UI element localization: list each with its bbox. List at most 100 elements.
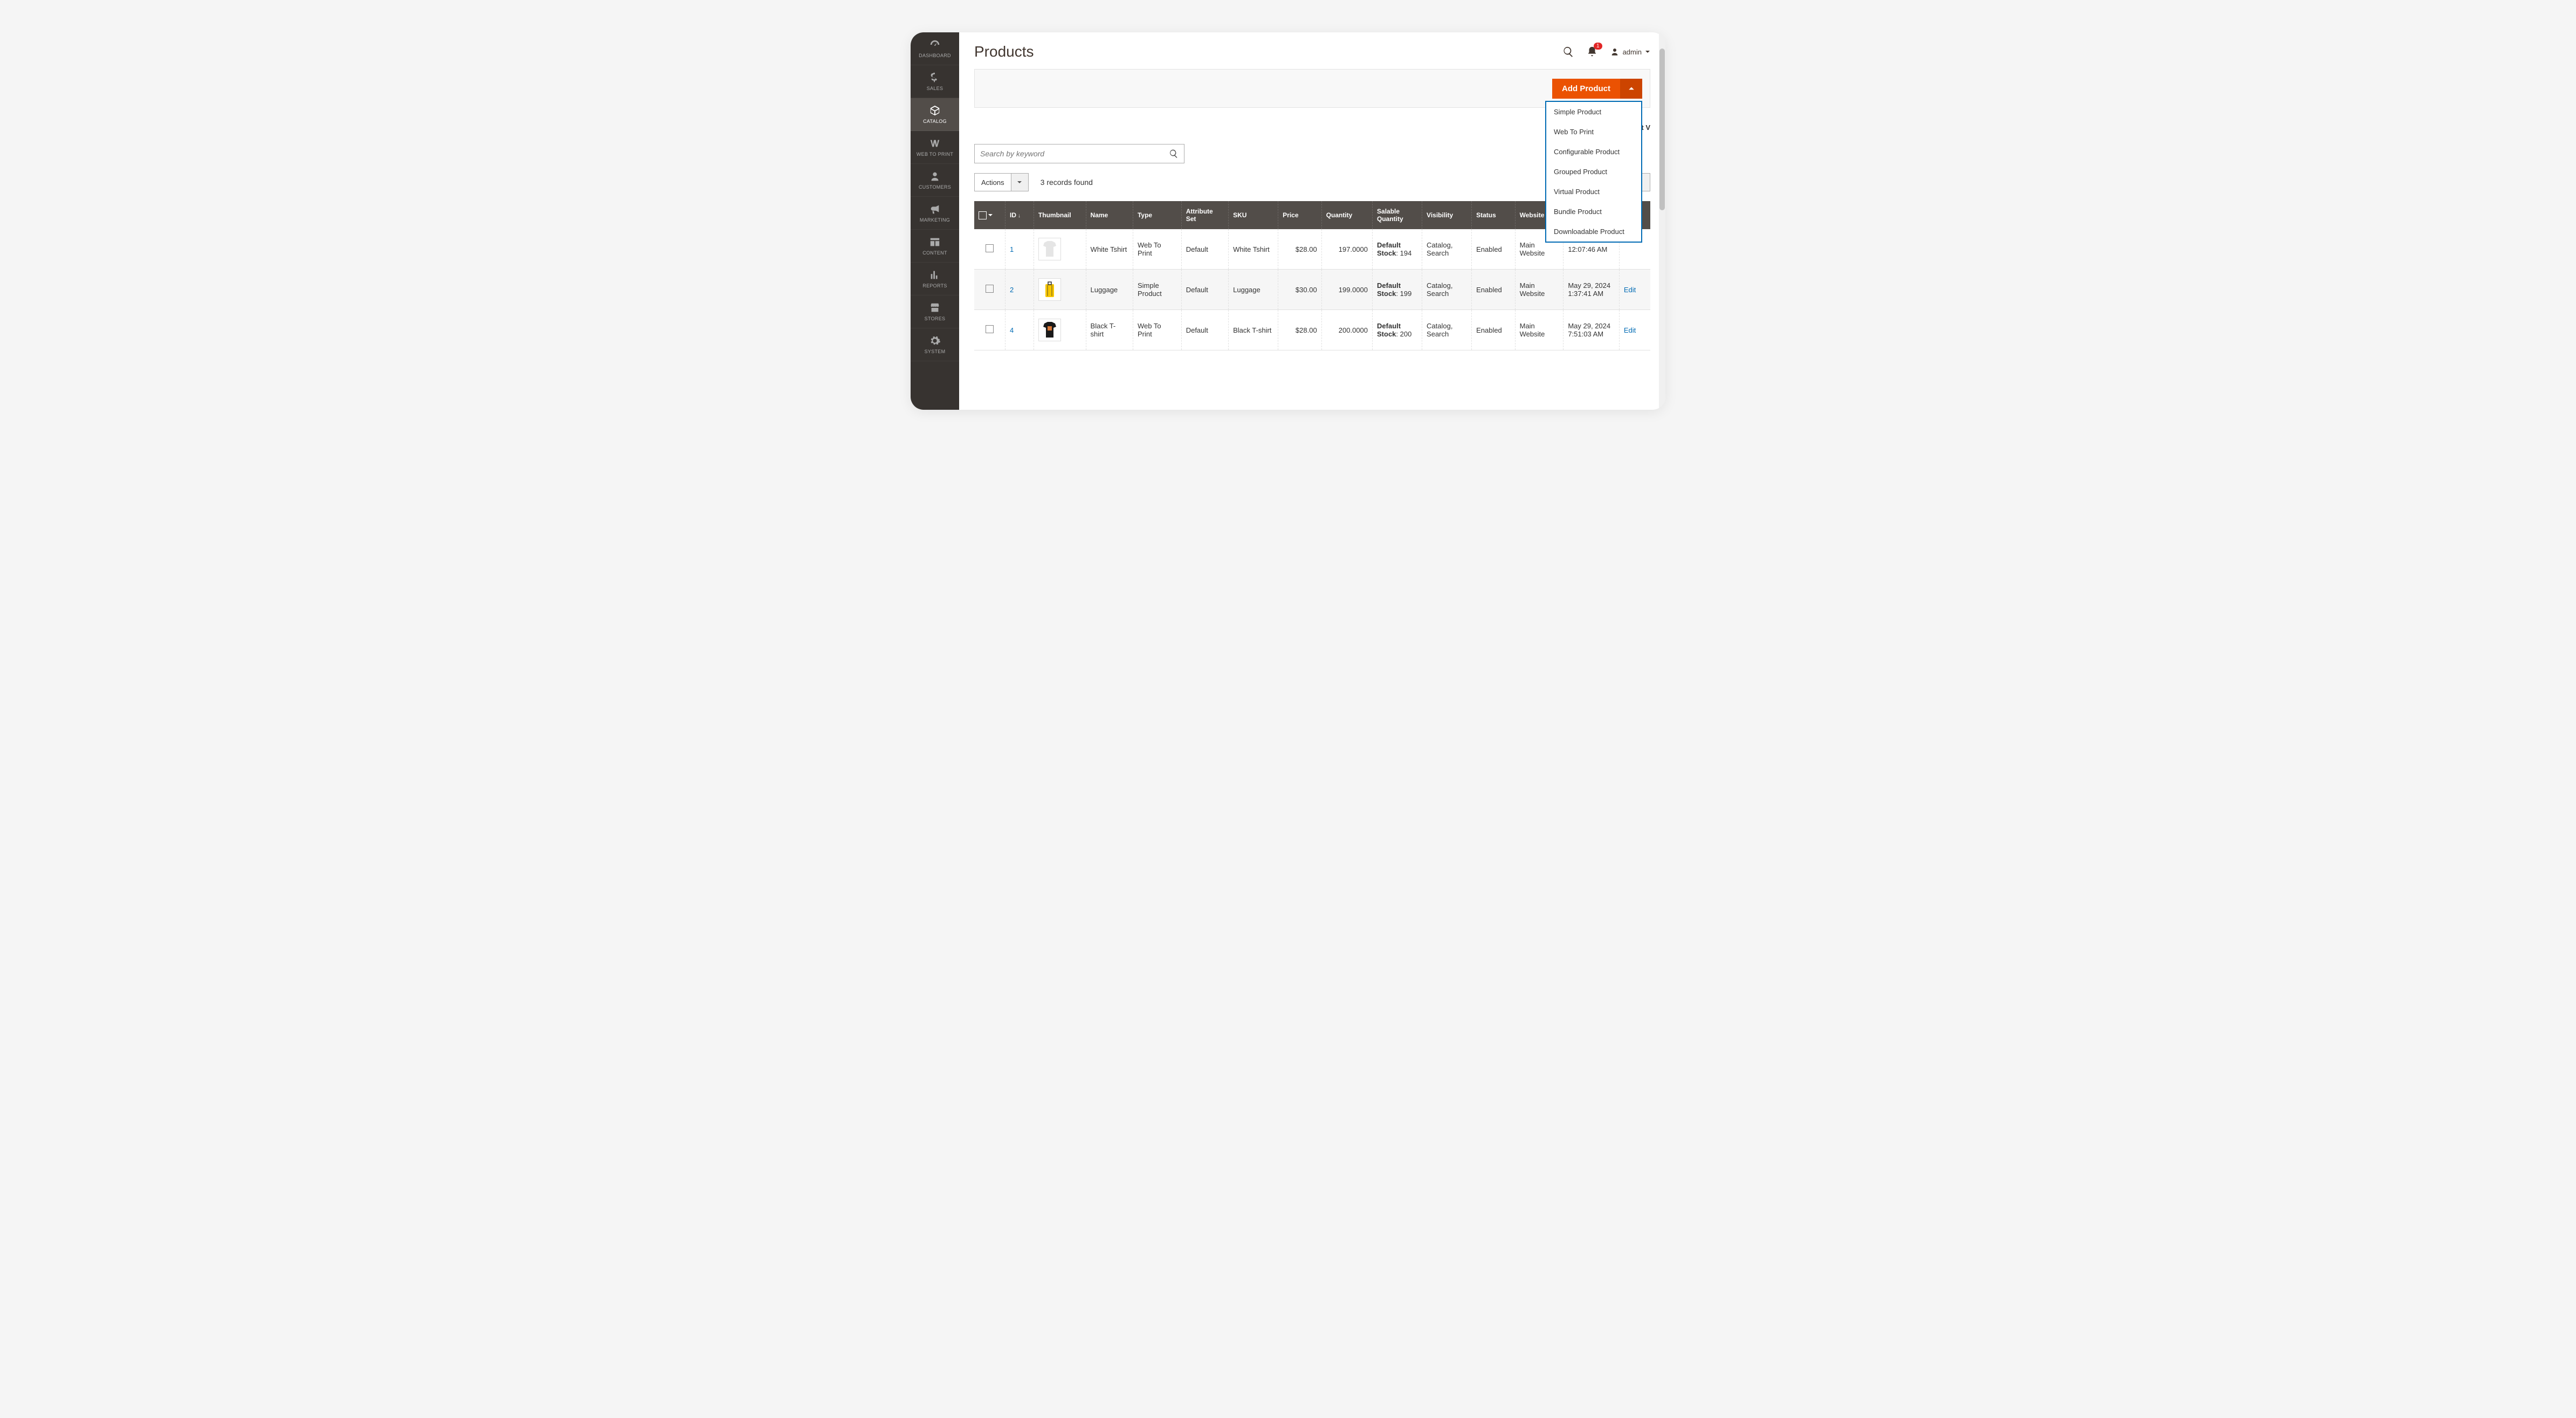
cube-icon bbox=[929, 105, 941, 116]
cell-websites: Main Website bbox=[1515, 310, 1563, 350]
th-price[interactable]: Price bbox=[1278, 201, 1322, 229]
sidebar-item-marketing[interactable]: MARKETING bbox=[911, 197, 959, 230]
user-menu[interactable]: admin bbox=[1610, 47, 1650, 57]
sidebar-item-customers[interactable]: CUSTOMERS bbox=[911, 164, 959, 197]
sidebar-item-label: STORES bbox=[925, 316, 946, 321]
cell-thumbnail bbox=[1034, 310, 1086, 350]
dropdown-item-downloadable[interactable]: Downloadable Product bbox=[1546, 222, 1641, 242]
sidebar-item-label: CATALOG bbox=[923, 119, 947, 124]
cell-price: $28.00 bbox=[1278, 229, 1322, 270]
sidebar-item-catalog[interactable]: CATALOG bbox=[911, 98, 959, 131]
dropdown-item-configurable[interactable]: Configurable Product bbox=[1546, 142, 1641, 162]
cell-id[interactable]: 1 bbox=[1005, 229, 1034, 270]
dollar-icon bbox=[929, 72, 941, 84]
cell-websites: Main Website bbox=[1515, 270, 1563, 310]
scrollbar-thumb[interactable] bbox=[1659, 49, 1665, 210]
th-id[interactable]: ID↓ bbox=[1005, 201, 1034, 229]
gauge-icon bbox=[929, 39, 941, 51]
notification-badge: 1 bbox=[1594, 43, 1602, 50]
cell-sku: Luggage bbox=[1229, 270, 1278, 310]
cell-visibility: Catalog, Search bbox=[1422, 270, 1472, 310]
cell-attr: Default bbox=[1181, 310, 1228, 350]
search-input[interactable] bbox=[980, 149, 1169, 158]
cell-type: Web To Print bbox=[1133, 310, 1181, 350]
th-quantity[interactable]: Quantity bbox=[1321, 201, 1372, 229]
action-bar: Add Product Simple Product Web To Print … bbox=[974, 69, 1650, 108]
page-header: Products 1 admin bbox=[974, 43, 1650, 60]
sidebar-item-dashboard[interactable]: DASHBOARD bbox=[911, 32, 959, 65]
cell-sku: Black T-shirt bbox=[1229, 310, 1278, 350]
cell-price: $30.00 bbox=[1278, 270, 1322, 310]
search-box bbox=[974, 144, 1184, 163]
sidebar-item-label: CUSTOMERS bbox=[919, 184, 951, 190]
sidebar-item-label: SYSTEM bbox=[925, 349, 946, 354]
cell-price: $28.00 bbox=[1278, 310, 1322, 350]
cell-id[interactable]: 2 bbox=[1005, 270, 1034, 310]
th-salable[interactable]: Salable Quantity bbox=[1373, 201, 1422, 229]
product-thumbnail bbox=[1038, 319, 1061, 341]
sidebar-item-label: CONTENT bbox=[922, 250, 947, 256]
sidebar-item-system[interactable]: SYSTEM bbox=[911, 328, 959, 361]
th-thumbnail[interactable]: Thumbnail bbox=[1034, 201, 1086, 229]
dropdown-item-virtual[interactable]: Virtual Product bbox=[1546, 182, 1641, 202]
cell-date: May 29, 2024 7:51:03 AM bbox=[1563, 310, 1620, 350]
dropdown-item-simple[interactable]: Simple Product bbox=[1546, 102, 1641, 122]
page-title: Products bbox=[974, 43, 1034, 60]
scrollbar[interactable] bbox=[1659, 32, 1665, 410]
dropdown-item-grouped[interactable]: Grouped Product bbox=[1546, 162, 1641, 182]
cell-qty: 197.0000 bbox=[1321, 229, 1372, 270]
sidebar-item-content[interactable]: CONTENT bbox=[911, 230, 959, 263]
bar-chart-icon bbox=[929, 269, 941, 281]
product-thumbnail bbox=[1038, 238, 1061, 260]
sidebar-item-label: DASHBOARD bbox=[919, 53, 951, 58]
sidebar-item-stores[interactable]: STORES bbox=[911, 295, 959, 328]
sidebar-item-reports[interactable]: REPORTS bbox=[911, 263, 959, 295]
sidebar-item-label: MARKETING bbox=[920, 217, 950, 223]
cell-checkbox[interactable] bbox=[974, 310, 1005, 350]
search-icon[interactable] bbox=[1562, 46, 1574, 58]
sidebar-item-label: WEB TO PRINT bbox=[917, 152, 953, 157]
add-product-button[interactable]: Add Product bbox=[1552, 79, 1621, 99]
person-icon bbox=[929, 170, 941, 182]
cell-salable: Default Stock: 200 bbox=[1373, 310, 1422, 350]
cell-salable: Default Stock: 199 bbox=[1373, 270, 1422, 310]
cell-action-edit[interactable]: Edit bbox=[1619, 270, 1650, 310]
add-product-dropdown-toggle[interactable] bbox=[1621, 79, 1642, 99]
th-name[interactable]: Name bbox=[1086, 201, 1133, 229]
cell-attr: Default bbox=[1181, 229, 1228, 270]
th-checkbox[interactable] bbox=[974, 201, 1005, 229]
bell-icon[interactable]: 1 bbox=[1586, 46, 1598, 58]
search-icon[interactable] bbox=[1169, 149, 1179, 159]
records-count: 3 records found bbox=[1041, 178, 1093, 187]
user-icon bbox=[1610, 47, 1620, 57]
actions-label: Actions bbox=[975, 178, 1011, 187]
cell-name: Luggage bbox=[1086, 270, 1133, 310]
cell-attr: Default bbox=[1181, 270, 1228, 310]
th-status[interactable]: Status bbox=[1472, 201, 1516, 229]
dropdown-item-webtoprint[interactable]: Web To Print bbox=[1546, 122, 1641, 142]
dropdown-item-bundle[interactable]: Bundle Product bbox=[1546, 202, 1641, 222]
th-type[interactable]: Type bbox=[1133, 201, 1181, 229]
cell-checkbox[interactable] bbox=[974, 229, 1005, 270]
cell-qty: 200.0000 bbox=[1321, 310, 1372, 350]
cell-qty: 199.0000 bbox=[1321, 270, 1372, 310]
sidebar-item-webtoprint[interactable]: WEB TO PRINT bbox=[911, 131, 959, 164]
th-sku[interactable]: SKU bbox=[1229, 201, 1278, 229]
cell-action-edit[interactable]: Edit bbox=[1619, 310, 1650, 350]
sidebar-item-sales[interactable]: SALES bbox=[911, 65, 959, 98]
w-icon bbox=[929, 137, 941, 149]
th-visibility[interactable]: Visibility bbox=[1422, 201, 1472, 229]
cell-date: May 29, 2024 1:37:41 AM bbox=[1563, 270, 1620, 310]
gear-icon bbox=[929, 335, 941, 347]
layout-icon bbox=[929, 236, 941, 248]
cell-id[interactable]: 4 bbox=[1005, 310, 1034, 350]
actions-toggle[interactable] bbox=[1011, 174, 1028, 191]
th-attribute-set[interactable]: Attribute Set bbox=[1181, 201, 1228, 229]
cell-checkbox[interactable] bbox=[974, 270, 1005, 310]
cell-visibility: Catalog, Search bbox=[1422, 310, 1472, 350]
cell-name: White Tshirt bbox=[1086, 229, 1133, 270]
cell-salable: Default Stock: 194 bbox=[1373, 229, 1422, 270]
actions-select[interactable]: Actions bbox=[974, 173, 1029, 191]
table-row[interactable]: 4Black T-shirtWeb To PrintDefaultBlack T… bbox=[974, 310, 1650, 350]
table-row[interactable]: 2LuggageSimple ProductDefaultLuggage$30.… bbox=[974, 270, 1650, 310]
